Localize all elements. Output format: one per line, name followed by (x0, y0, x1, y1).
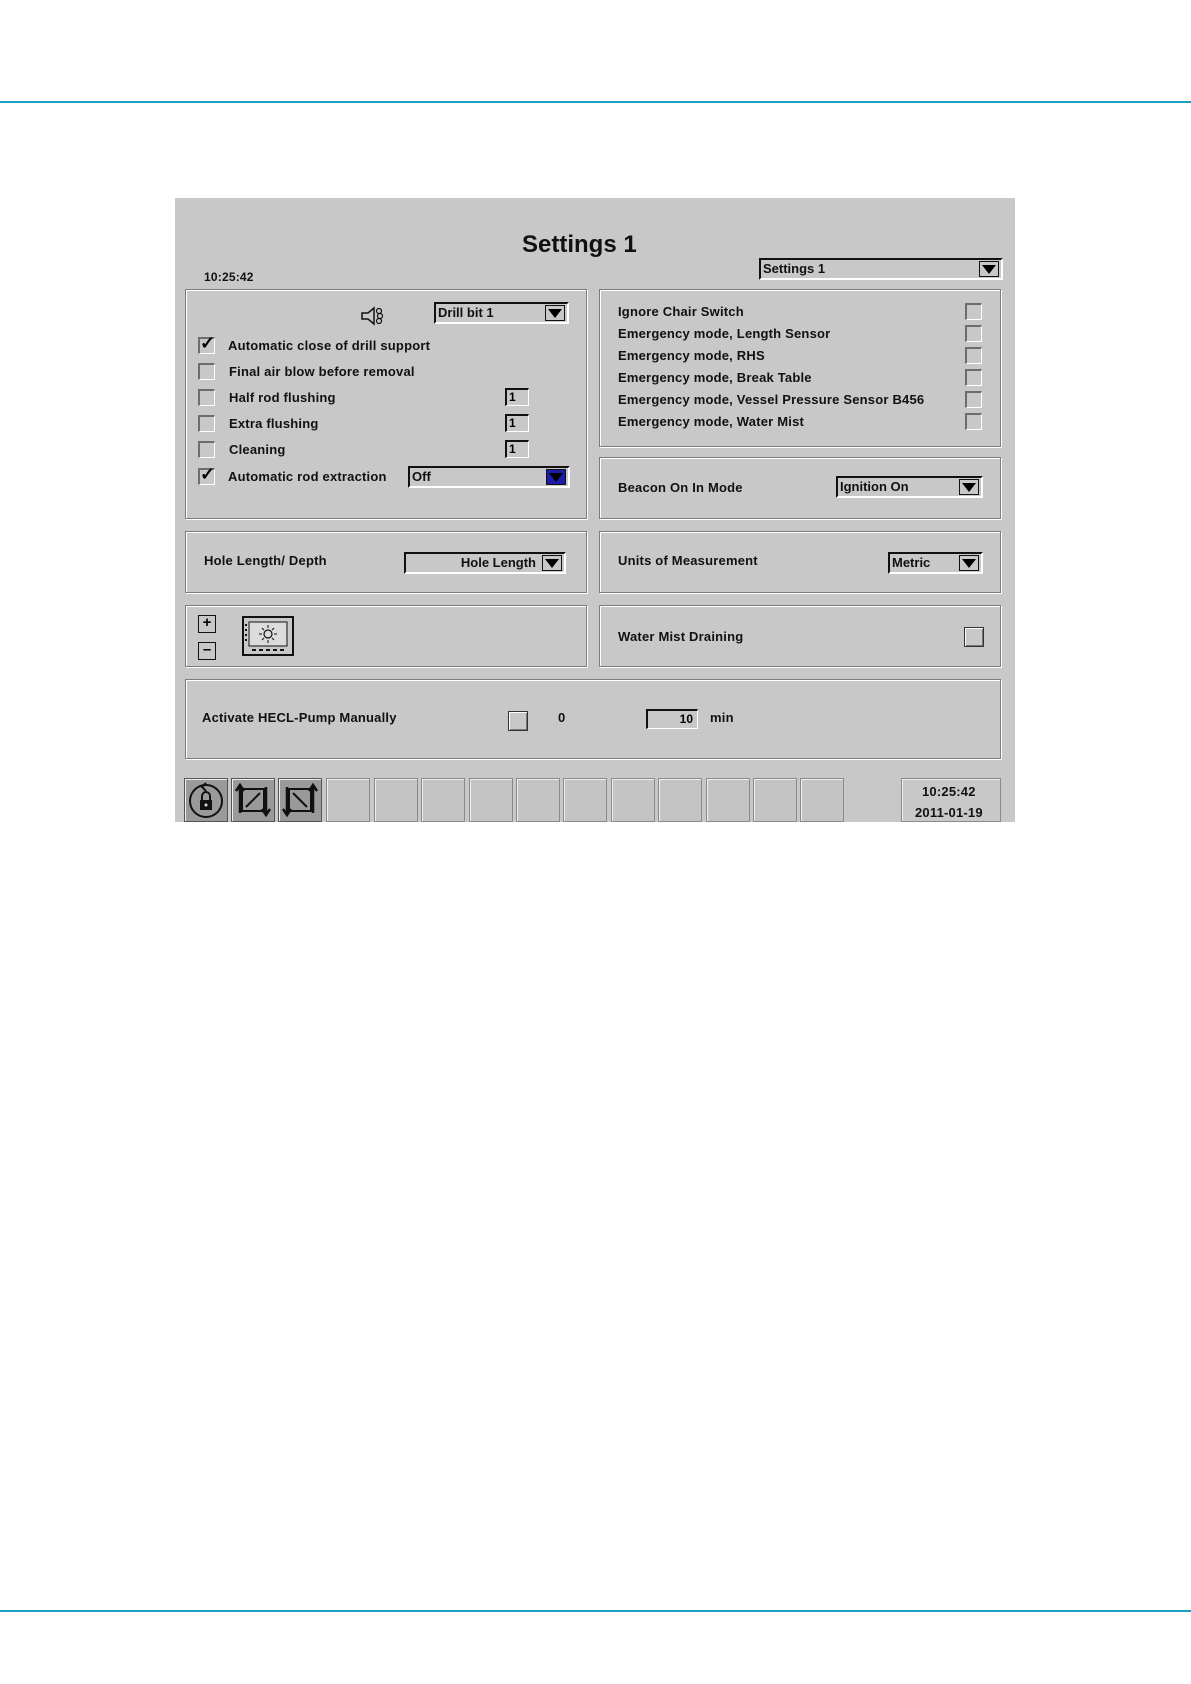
bottom-rule (0, 1610, 1191, 1612)
emergency-water-mist-label: Emergency mode, Water Mist (618, 414, 805, 429)
emergency-length-sensor-label: Emergency mode, Length Sensor (618, 326, 831, 341)
drill-settings-panel: Drill bit 1 ✓ Automatic close of drill s… (185, 289, 587, 519)
water-mist-label: Water Mist Draining (618, 629, 744, 644)
toolbar-slot-14[interactable] (800, 778, 844, 822)
emergency-break-table-label: Emergency mode, Break Table (618, 370, 812, 385)
ignore-chair-switch-checkbox[interactable] (965, 303, 982, 320)
beacon-panel: Beacon On In Mode Ignition On (599, 457, 1001, 519)
lock-button[interactable] (184, 778, 228, 822)
chevron-down-icon (979, 261, 999, 277)
toolbar-slot-4[interactable] (326, 778, 370, 822)
toolbar-slot-7[interactable] (469, 778, 513, 822)
toolbar-slot-8[interactable] (516, 778, 560, 822)
chevron-down-icon (542, 555, 562, 571)
units-panel: Units of Measurement Metric (599, 531, 1001, 593)
toolbar-slot-13[interactable] (753, 778, 797, 822)
hecl-pump-unit: min (710, 710, 734, 725)
half-rod-flushing-input[interactable]: 1 (505, 388, 529, 406)
auto-rod-extraction-checkbox[interactable]: ✓ (198, 464, 216, 485)
lock-icon (189, 782, 223, 818)
screen-brightness-icon[interactable] (242, 616, 294, 656)
hecl-pump-checkbox[interactable] (508, 711, 528, 731)
units-label: Units of Measurement (618, 553, 758, 568)
chevron-down-icon (959, 479, 979, 495)
hole-length-panel: Hole Length/ Depth Hole Length (185, 531, 587, 593)
half-rod-flushing-label: Half rod flushing (229, 390, 336, 405)
clock-panel: 10:25:42 2011-01-19 (901, 778, 1001, 822)
header-time: 10:25:42 (204, 270, 254, 284)
hole-length-select[interactable]: Hole Length (404, 552, 566, 574)
toolbar-slot-9[interactable] (563, 778, 607, 822)
emergency-vessel-pressure-checkbox[interactable] (965, 391, 982, 408)
auto-rod-extraction-label: Automatic rod extraction (228, 469, 387, 484)
hecl-pump-minutes-input[interactable]: 10 (646, 709, 698, 729)
emergency-vessel-pressure-label: Emergency mode, Vessel Pressure Sensor B… (618, 392, 925, 407)
beacon-label: Beacon On In Mode (618, 480, 743, 495)
toolbar-slot-11[interactable] (658, 778, 702, 822)
swap-button-1[interactable] (231, 778, 275, 822)
extra-flushing-label: Extra flushing (229, 416, 319, 431)
water-mist-checkbox[interactable] (964, 627, 984, 647)
hole-length-label: Hole Length/ Depth (204, 553, 327, 568)
page-title: Settings 1 (522, 231, 637, 258)
speaker-icon (361, 306, 384, 326)
rod-extraction-select[interactable]: Off (408, 466, 570, 488)
swap-button-2[interactable] (278, 778, 322, 822)
toolbar-slot-10[interactable] (611, 778, 655, 822)
checkmark-icon: ✓ (200, 464, 216, 484)
toolbar-slot-5[interactable] (374, 778, 418, 822)
auto-close-drill-support-label: Automatic close of drill support (228, 338, 431, 353)
footer-date: 2011-01-19 (915, 805, 983, 820)
cleaning-input[interactable]: 1 (505, 440, 529, 458)
hecl-pump-panel: Activate HECL-Pump Manually 0 10 min (185, 679, 1001, 759)
chevron-down-icon (545, 305, 565, 321)
hecl-pump-label: Activate HECL-Pump Manually (202, 710, 397, 725)
emergency-break-table-checkbox[interactable] (965, 369, 982, 386)
final-air-blow-checkbox[interactable] (198, 363, 215, 380)
page-select[interactable]: Settings 1 (759, 258, 1003, 280)
emergency-rhs-label: Emergency mode, RHS (618, 348, 765, 363)
hecl-pump-state: 0 (558, 710, 566, 725)
emergency-length-sensor-checkbox[interactable] (965, 325, 982, 342)
water-mist-panel: Water Mist Draining (599, 605, 1001, 667)
swap-icon-2 (281, 782, 319, 818)
swap-icon-1 (234, 782, 272, 818)
emergency-rhs-checkbox[interactable] (965, 347, 982, 364)
brightness-plus-button[interactable]: + (198, 615, 216, 633)
hmi-screen: Settings 1 10:25:42 Settings 1 Drill bit… (175, 198, 1015, 822)
cleaning-label: Cleaning (229, 442, 286, 457)
beacon-mode-select[interactable]: Ignition On (836, 476, 983, 498)
auto-close-drill-support-checkbox[interactable]: ✓ (198, 333, 216, 354)
units-select[interactable]: Metric (888, 552, 983, 574)
emergency-water-mist-checkbox[interactable] (965, 413, 982, 430)
emergency-panel: Ignore Chair Switch Emergency mode, Leng… (599, 289, 1001, 447)
brightness-panel: + – (185, 605, 587, 667)
half-rod-flushing-checkbox[interactable] (198, 389, 215, 406)
cleaning-checkbox[interactable] (198, 441, 215, 458)
chevron-down-icon (959, 555, 979, 571)
extra-flushing-checkbox[interactable] (198, 415, 215, 432)
chevron-down-icon (546, 469, 566, 485)
extra-flushing-input[interactable]: 1 (505, 414, 529, 432)
top-rule (0, 101, 1191, 103)
checkmark-icon: ✓ (200, 333, 216, 353)
toolbar-slot-12[interactable] (706, 778, 750, 822)
ignore-chair-switch-label: Ignore Chair Switch (618, 304, 744, 319)
brightness-minus-button[interactable]: – (198, 642, 216, 660)
footer-time: 10:25:42 (922, 784, 976, 799)
toolbar-slot-6[interactable] (421, 778, 465, 822)
drill-bit-select[interactable]: Drill bit 1 (434, 302, 569, 324)
final-air-blow-label: Final air blow before removal (229, 364, 415, 379)
